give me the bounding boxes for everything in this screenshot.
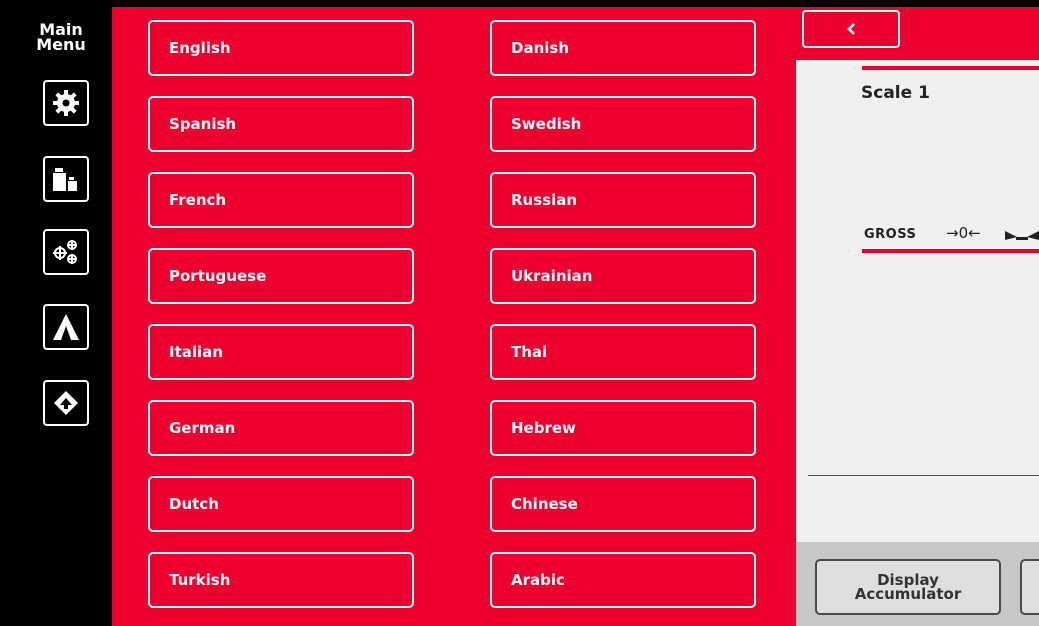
language-button-french[interactable]: French <box>148 172 414 228</box>
language-button-russian[interactable]: Russian <box>490 172 756 228</box>
calibration-button[interactable] <box>43 229 89 275</box>
triangle-button[interactable] <box>43 304 89 350</box>
language-button-english[interactable]: English <box>148 20 414 76</box>
scale-display-panel <box>796 60 1039 542</box>
language-button-spanish[interactable]: Spanish <box>148 96 414 152</box>
language-button-dutch[interactable]: Dutch <box>148 476 414 532</box>
triangle-icon <box>53 314 79 340</box>
language-button-thai[interactable]: Thai <box>490 324 756 380</box>
stable-icon <box>1005 231 1039 240</box>
scale-name: Scale 1 <box>861 83 930 103</box>
recycle-button[interactable] <box>43 380 89 426</box>
chevron-left-icon <box>847 23 855 35</box>
language-button-swedish[interactable]: Swedish <box>490 96 756 152</box>
language-button-italian[interactable]: Italian <box>148 324 414 380</box>
language-button-arabic[interactable]: Arabic <box>490 552 756 608</box>
language-button-chinese[interactable]: Chinese <box>490 476 756 532</box>
gear-icon <box>53 90 79 116</box>
language-button-hebrew[interactable]: Hebrew <box>490 400 756 456</box>
back-button[interactable] <box>802 10 900 48</box>
language-button-ukrainian[interactable]: Ukrainian <box>490 248 756 304</box>
footer-button-partial[interactable] <box>1020 559 1039 615</box>
language-button-turkish[interactable]: Turkish <box>148 552 414 608</box>
recycle-arrow-icon <box>54 391 78 415</box>
settings-button[interactable] <box>43 80 89 126</box>
scale-bottom-divider <box>862 249 1039 253</box>
display-accumulator-button[interactable]: Display Accumulator <box>815 559 1001 615</box>
language-button-german[interactable]: German <box>148 400 414 456</box>
language-button-portuguese[interactable]: Portuguese <box>148 248 414 304</box>
main-menu-sidebar: Main Menu <box>0 0 112 626</box>
content-divider <box>808 475 1039 476</box>
weights-icon <box>53 168 77 191</box>
scale-top-divider <box>862 66 1039 70</box>
weights-button[interactable] <box>43 156 89 202</box>
center-of-zero-indicator: →0← <box>946 224 981 242</box>
language-button-danish[interactable]: Danish <box>490 20 756 76</box>
crosshair-icon <box>53 240 77 264</box>
main-menu-title: Main Menu <box>36 20 86 54</box>
gross-mode-label: GROSS <box>864 227 917 242</box>
